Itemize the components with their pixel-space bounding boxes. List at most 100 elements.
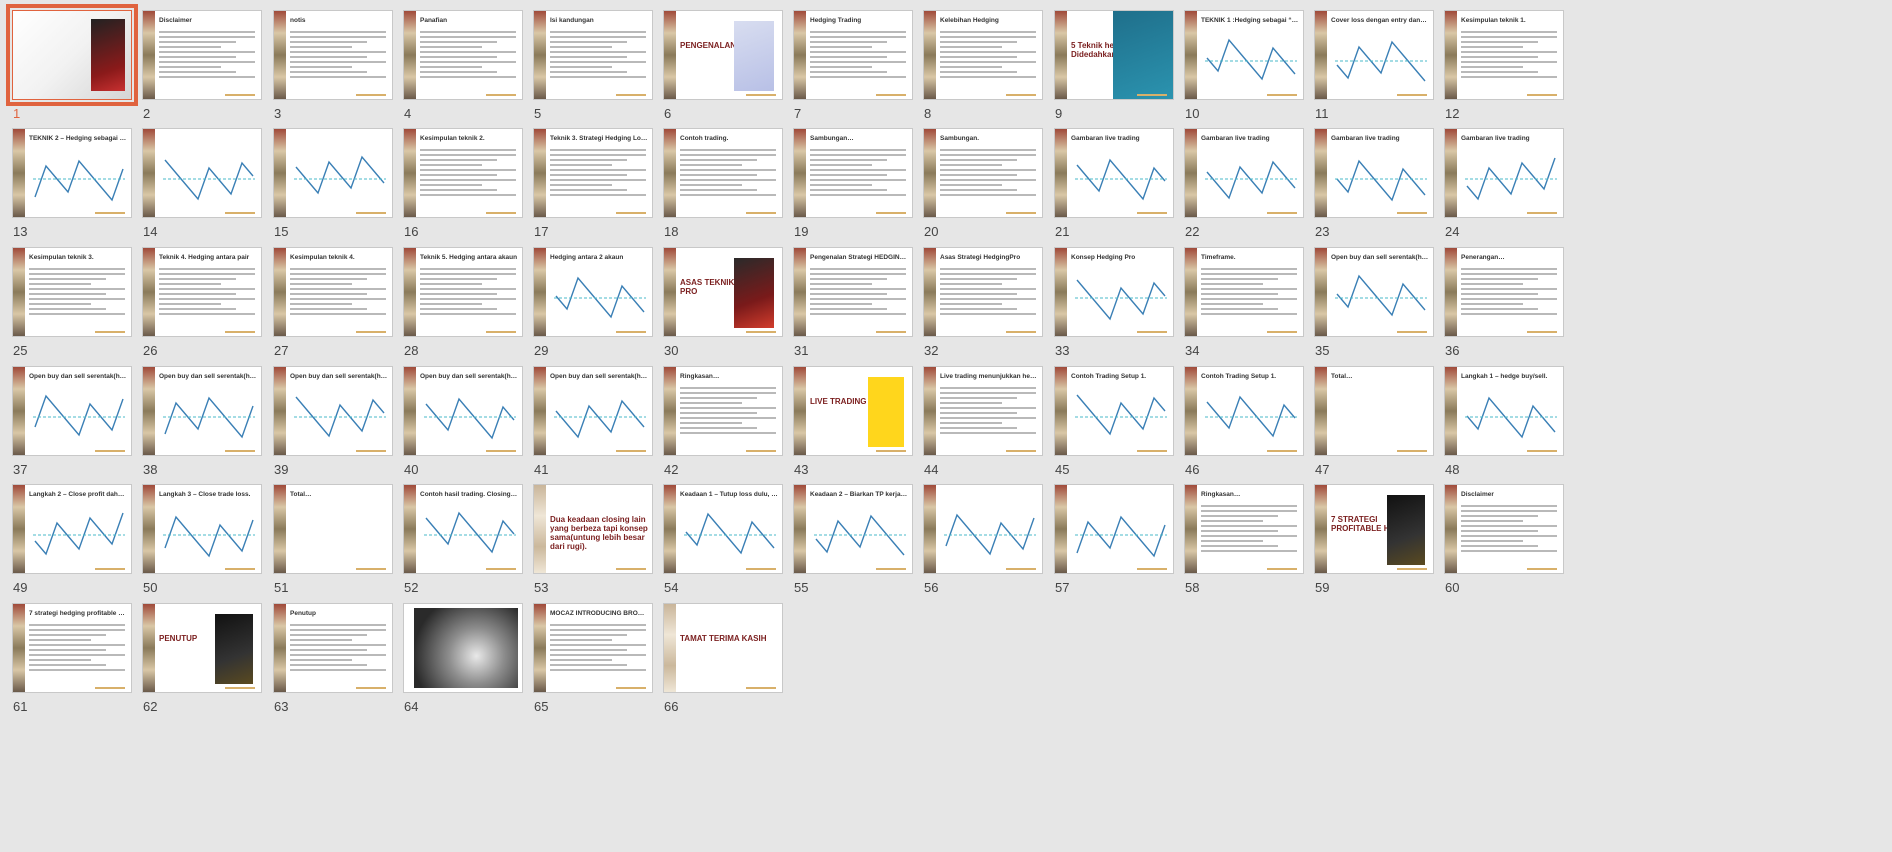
slide-thumbnail-cell[interactable]: Hedging antara 2 akaun 29 (533, 247, 661, 365)
slide-thumbnail-cell[interactable]: notis 3 (273, 10, 401, 128)
slide-thumbnail[interactable]: Kesimpulan teknik 1. (1444, 10, 1564, 100)
slide-thumbnail-cell[interactable]: Contoh trading. 18 (663, 128, 791, 246)
slide-thumbnail-cell[interactable]: Open buy dan sell serentak(hedging posit… (142, 366, 270, 484)
slide-thumbnail[interactable]: Kesimpulan teknik 4. (273, 247, 393, 337)
slide-thumbnail[interactable]: Total… (273, 484, 393, 574)
slide-thumbnail[interactable]: MOCAZ INTRODUCING BROKER. (533, 603, 653, 693)
slide-thumbnail[interactable]: Langkah 1 – hedge buy/sell. (1444, 366, 1564, 456)
slide-thumbnail-cell[interactable]: Ringkasan… 42 (663, 366, 791, 484)
slide-thumbnail-cell[interactable]: Contoh Trading Setup 1. 45 (1054, 366, 1182, 484)
slide-thumbnail-cell[interactable]: Langkah 2 – Close profit dahulu. 49 (12, 484, 140, 602)
slide-thumbnail[interactable]: Hedging antara 2 akaun (533, 247, 653, 337)
slide-thumbnail-cell[interactable]: Cover loss dengan entry dandaan 11 (1314, 10, 1442, 128)
slide-thumbnail[interactable]: Live trading menunjukkan hedging pro. (923, 366, 1043, 456)
slide-thumbnail-cell[interactable]: 56 (923, 484, 1051, 602)
slide-thumbnail-cell[interactable]: Contoh Trading Setup 1. 46 (1184, 366, 1312, 484)
slide-thumbnail-cell[interactable]: Kesimpulan teknik 1. 12 (1444, 10, 1572, 128)
slide-thumbnail-cell[interactable]: Teknik 5. Hedging antara akaun 28 (403, 247, 531, 365)
slide-thumbnail[interactable]: Teknik 3. Strategi Hedging Loo berganda (533, 128, 653, 218)
slide-thumbnail[interactable]: PENUTUP (142, 603, 262, 693)
slide-thumbnail-cell[interactable]: Total… 51 (273, 484, 401, 602)
slide-thumbnail-cell[interactable]: Ringkasan… 58 (1184, 484, 1312, 602)
slide-thumbnail-cell[interactable]: LIVE TRADING 43 (793, 366, 921, 484)
slide-thumbnail-cell[interactable]: Contoh hasil trading. Closing profit dal… (403, 484, 531, 602)
slide-thumbnail-cell[interactable]: Timeframe. 34 (1184, 247, 1312, 365)
slide-thumbnail[interactable]: Dua keadaan closing lain yang berbeza ta… (533, 484, 653, 574)
slide-thumbnail[interactable]: Total… (1314, 366, 1434, 456)
slide-thumbnail-cell[interactable]: Disclaimer 60 (1444, 484, 1572, 602)
slide-thumbnail-cell[interactable]: Keadaan 1 – Tutup loss dulu, tutup profi… (663, 484, 791, 602)
slide-thumbnail-cell[interactable]: PENUTUP 62 (142, 603, 270, 721)
slide-thumbnail-cell[interactable]: Gambaran live trading 21 (1054, 128, 1182, 246)
slide-thumbnail-cell[interactable]: Keadaan 2 – Biarkan TP kerjakan profit t… (793, 484, 921, 602)
slide-thumbnail-cell[interactable]: Sambungan. 20 (923, 128, 1051, 246)
slide-thumbnail[interactable]: Open buy dan sell serentak(hedging posit… (12, 366, 132, 456)
slide-thumbnail[interactable]: Kesimpulan teknik 2. (403, 128, 523, 218)
slide-thumbnail-cell[interactable]: Disclaimer 2 (142, 10, 270, 128)
slide-thumbnail-cell[interactable]: Kesimpulan teknik 4. 27 (273, 247, 401, 365)
slide-thumbnail-cell[interactable]: Dua keadaan closing lain yang berbeza ta… (533, 484, 661, 602)
slide-thumbnail[interactable]: Contoh trading. (663, 128, 783, 218)
slide-thumbnail[interactable]: 7 STRATEGI PROFITABLE HEDGING (1314, 484, 1434, 574)
slide-thumbnail-cell[interactable]: Open buy dan sell serentak(hedging posit… (533, 366, 661, 484)
slide-thumbnail[interactable]: Isi kandungan (533, 10, 653, 100)
slide-thumbnail-cell[interactable]: TEKNIK 1 :Hedging sebagai “insurans” apa… (1184, 10, 1312, 128)
slide-thumbnail[interactable]: Disclaimer (142, 10, 262, 100)
slide-thumbnail-cell[interactable]: Isi kandungan 5 (533, 10, 661, 128)
slide-thumbnail[interactable] (142, 128, 262, 218)
slide-thumbnail[interactable]: Asas Strategi HedgingPro (923, 247, 1043, 337)
slide-thumbnail-cell[interactable]: Sambungan… 19 (793, 128, 921, 246)
slide-thumbnail-cell[interactable]: Kesimpulan teknik 2. 16 (403, 128, 531, 246)
slide-thumbnail-cell[interactable]: Gambaran live trading 22 (1184, 128, 1312, 246)
slide-thumbnail[interactable]: Langkah 2 – Close profit dahulu. (12, 484, 132, 574)
slide-thumbnail-cell[interactable]: TEKNIK 2 – Hedging sebagai scaleing 13 (12, 128, 140, 246)
slide-thumbnail[interactable]: 7 strategi hedging profitable didedahkan (12, 603, 132, 693)
slide-thumbnail-cell[interactable]: PENGENALAN 6 (663, 10, 791, 128)
slide-thumbnail[interactable]: Konsep Hedging Pro (1054, 247, 1174, 337)
slide-thumbnail-cell[interactable]: MOCAZ INTRODUCING BROKER. 65 (533, 603, 661, 721)
slide-thumbnail[interactable]: Panafian (403, 10, 523, 100)
slide-thumbnail[interactable]: Gambaran live trading (1444, 128, 1564, 218)
slide-thumbnail-cell[interactable]: Open buy dan sell serentak(hedging posit… (1314, 247, 1442, 365)
slide-thumbnail[interactable]: Gambaran live trading (1314, 128, 1434, 218)
slide-thumbnail[interactable]: Cover loss dengan entry dandaan (1314, 10, 1434, 100)
slide-thumbnail[interactable]: Ringkasan… (663, 366, 783, 456)
slide-thumbnail[interactable]: Teknik 5. Hedging antara akaun (403, 247, 523, 337)
slide-thumbnail[interactable]: TAMAT TERIMA KASIH (663, 603, 783, 693)
slide-thumbnail-cell[interactable]: Kesimpulan teknik 3. 25 (12, 247, 140, 365)
slide-thumbnail[interactable] (403, 603, 523, 693)
slide-thumbnail[interactable]: Langkah 3 – Close trade loss. (142, 484, 262, 574)
slide-thumbnail[interactable]: Penutup (273, 603, 393, 693)
slide-thumbnail[interactable]: Open buy dan sell serentak(hedging posit… (142, 366, 262, 456)
slide-thumbnail[interactable]: Contoh Trading Setup 1. (1184, 366, 1304, 456)
slide-thumbnail[interactable]: Pengenalan Strategi HEDGING PRO (793, 247, 913, 337)
slide-thumbnail[interactable] (923, 484, 1043, 574)
slide-thumbnail[interactable] (6, 4, 138, 106)
slide-thumbnail-cell[interactable]: 57 (1054, 484, 1182, 602)
slide-thumbnail-cell[interactable]: Total… 47 (1314, 366, 1442, 484)
slide-thumbnail-cell[interactable]: Panafian 4 (403, 10, 531, 128)
slide-thumbnail-cell[interactable]: Langkah 1 – hedge buy/sell. 48 (1444, 366, 1572, 484)
slide-thumbnail-cell[interactable]: 15 (273, 128, 401, 246)
slide-thumbnail[interactable]: Keadaan 2 – Biarkan TP kerjakan profit t… (793, 484, 913, 574)
slide-thumbnail[interactable]: Open buy dan sell serentak(hedging posit… (403, 366, 523, 456)
slide-thumbnail-cell[interactable]: Penutup 63 (273, 603, 401, 721)
slide-thumbnail[interactable]: Ringkasan… (1184, 484, 1304, 574)
slide-thumbnail[interactable]: Sambungan. (923, 128, 1043, 218)
slide-thumbnail[interactable] (273, 128, 393, 218)
slide-thumbnail[interactable]: LIVE TRADING (793, 366, 913, 456)
slide-thumbnail-cell[interactable]: Konsep Hedging Pro 33 (1054, 247, 1182, 365)
slide-thumbnail-cell[interactable]: Pengenalan Strategi HEDGING PRO 31 (793, 247, 921, 365)
slide-thumbnail[interactable]: Open buy dan sell serentak(hedging posit… (533, 366, 653, 456)
slide-thumbnail-cell[interactable]: 64 (403, 603, 531, 721)
slide-thumbnail-cell[interactable]: Asas Strategi HedgingPro 32 (923, 247, 1051, 365)
slide-thumbnail[interactable]: TEKNIK 2 – Hedging sebagai scaleing (12, 128, 132, 218)
slide-thumbnail-cell[interactable]: Kelebihan Hedging 8 (923, 10, 1051, 128)
slide-thumbnail-cell[interactable]: Gambaran live trading 24 (1444, 128, 1572, 246)
slide-thumbnail-cell[interactable]: Gambaran live trading 23 (1314, 128, 1442, 246)
slide-thumbnail-cell[interactable]: 7 strategi hedging profitable didedahkan… (12, 603, 140, 721)
slide-thumbnail[interactable]: Timeframe. (1184, 247, 1304, 337)
slide-thumbnail[interactable]: Teknik 4. Hedging antara pair (142, 247, 262, 337)
slide-thumbnail-cell[interactable]: Open buy dan sell serentak(hedging posit… (12, 366, 140, 484)
slide-thumbnail[interactable] (1054, 484, 1174, 574)
